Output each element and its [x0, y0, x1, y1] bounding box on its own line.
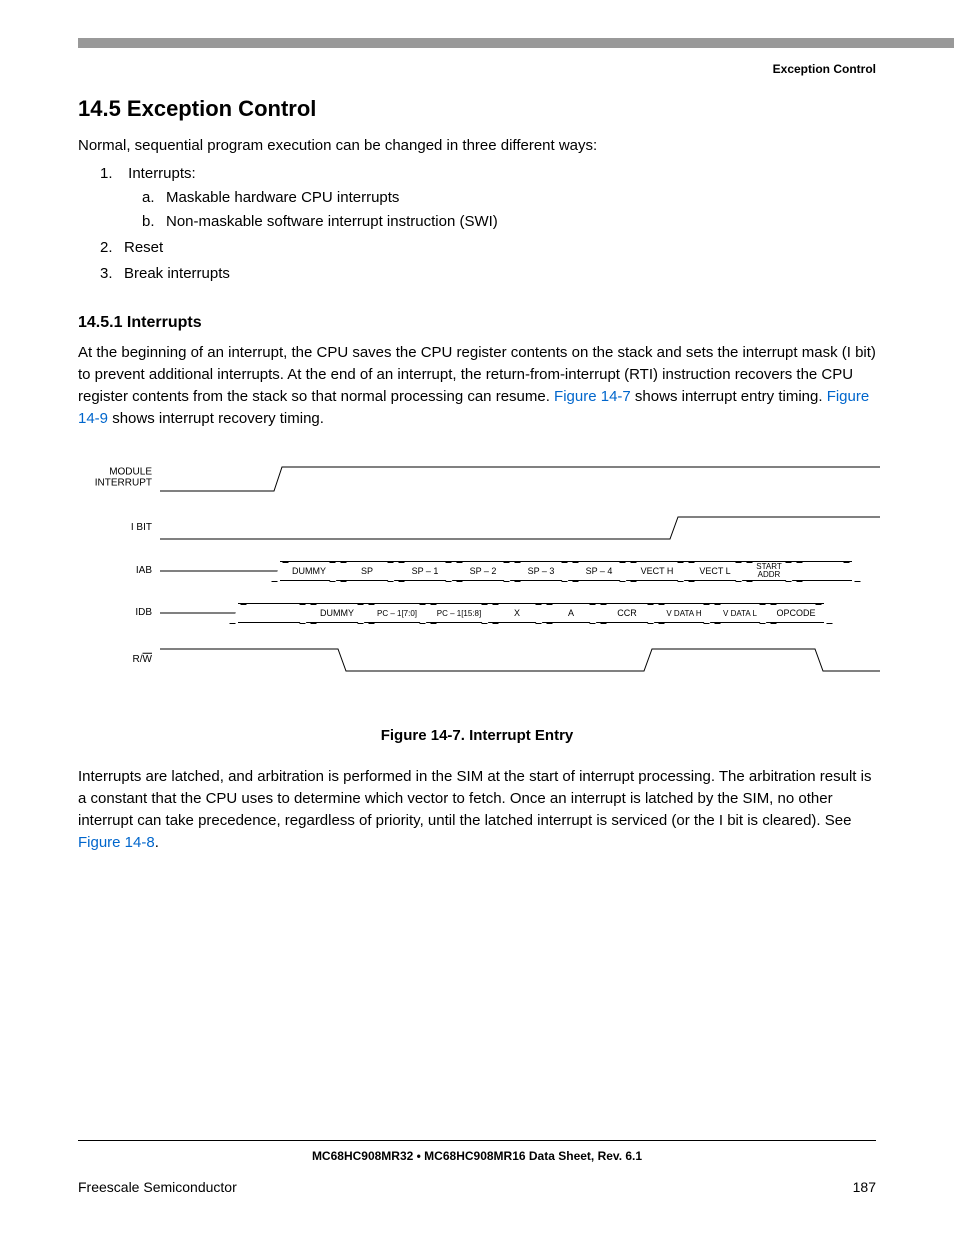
- bus-cell: SP – 4: [570, 561, 628, 581]
- sublist-item: Non-maskable software interrupt instruct…: [142, 210, 876, 234]
- footer-company: Freescale Semiconductor: [78, 1179, 237, 1195]
- text-run: shows interrupt recovery timing.: [108, 410, 324, 427]
- figure-14-7: MODULE INTERRUPT I BIT IAB DUMMY SP SP –…: [78, 463, 876, 703]
- row-label-ibit: I BIT: [78, 523, 152, 534]
- sublist-item-text: Non-maskable software interrupt instruct…: [166, 213, 498, 230]
- list-item-text: Interrupts:: [128, 165, 196, 182]
- bus-cell: OPCODE: [768, 603, 824, 623]
- sublist: Maskable hardware CPU interrupts Non-mas…: [142, 186, 876, 234]
- row-label-rw: R/W: [78, 655, 152, 666]
- figure-caption: Figure 14-7. Interrupt Entry: [78, 727, 876, 744]
- bus-cell: DUMMY: [308, 603, 366, 623]
- waveform-rw: [160, 647, 880, 673]
- footer-page-number: 187: [853, 1179, 876, 1195]
- bus-idb: DUMMY PC – 1[7:0] PC – 1[15:8] X A CCR V…: [160, 603, 876, 623]
- bus-cell-empty: [794, 561, 852, 581]
- list-item-text: Reset: [124, 239, 163, 256]
- list-item: Interrupts: Maskable hardware CPU interr…: [100, 162, 876, 234]
- list-item: Break interrupts: [100, 262, 876, 286]
- row-label-module: MODULE INTERRUPT: [78, 468, 152, 489]
- bus-cell: PC – 1[15:8]: [428, 603, 490, 623]
- text-run: shows interrupt entry timing.: [631, 388, 827, 405]
- bus-cell: V DATA H: [656, 603, 712, 623]
- row-label-idb: IDB: [78, 608, 152, 619]
- footer-doc-title: MC68HC908MR32 • MC68HC908MR16 Data Sheet…: [0, 1140, 954, 1163]
- figure-link-14-8[interactable]: Figure 14-8: [78, 834, 155, 851]
- top-accent-bar: [78, 38, 954, 48]
- section-heading: 14.5 Exception Control: [78, 96, 876, 122]
- paragraph-2: Interrupts are latched, and arbitration …: [78, 766, 876, 853]
- bus-cell: SP – 2: [454, 561, 512, 581]
- waveform-module-interrupt: [160, 463, 880, 493]
- paragraph-1: At the beginning of an interrupt, the CP…: [78, 342, 876, 429]
- bus-cell: SP – 3: [512, 561, 570, 581]
- bus-cell: PC – 1[7:0]: [366, 603, 428, 623]
- sublist-item-text: Maskable hardware CPU interrupts: [166, 189, 399, 206]
- footer-doc-text: MC68HC908MR32 • MC68HC908MR16 Data Sheet…: [312, 1149, 642, 1163]
- text-run: .: [155, 834, 159, 851]
- waveform-ibit: [160, 515, 880, 541]
- bus-cell: SP – 1: [396, 561, 454, 581]
- list-item: Reset: [100, 236, 876, 260]
- bus-cell-empty: [238, 603, 308, 623]
- sublist-item: Maskable hardware CPU interrupts: [142, 186, 876, 210]
- intro-text: Normal, sequential program execution can…: [78, 136, 876, 156]
- subsection-heading: 14.5.1 Interrupts: [78, 314, 876, 332]
- bus-cell: VECT L: [686, 561, 744, 581]
- bus-cell: SP: [338, 561, 396, 581]
- bus-cell: VECT H: [628, 561, 686, 581]
- running-header: Exception Control: [773, 62, 876, 76]
- bus-cell: DUMMY: [280, 561, 338, 581]
- text-run: Interrupts are latched, and arbitration …: [78, 768, 871, 829]
- list-item-text: Break interrupts: [124, 265, 230, 282]
- ways-list: Interrupts: Maskable hardware CPU interr…: [100, 162, 876, 286]
- bus-cell: CCR: [598, 603, 656, 623]
- bus-iab: DUMMY SP SP – 1 SP – 2 SP – 3 SP – 4 VEC…: [160, 561, 876, 581]
- bus-cell: V DATA L: [712, 603, 768, 623]
- row-label-iab: IAB: [78, 566, 152, 577]
- page-content: 14.5 Exception Control Normal, sequentia…: [78, 96, 876, 867]
- figure-link-14-7[interactable]: Figure 14-7: [554, 388, 631, 405]
